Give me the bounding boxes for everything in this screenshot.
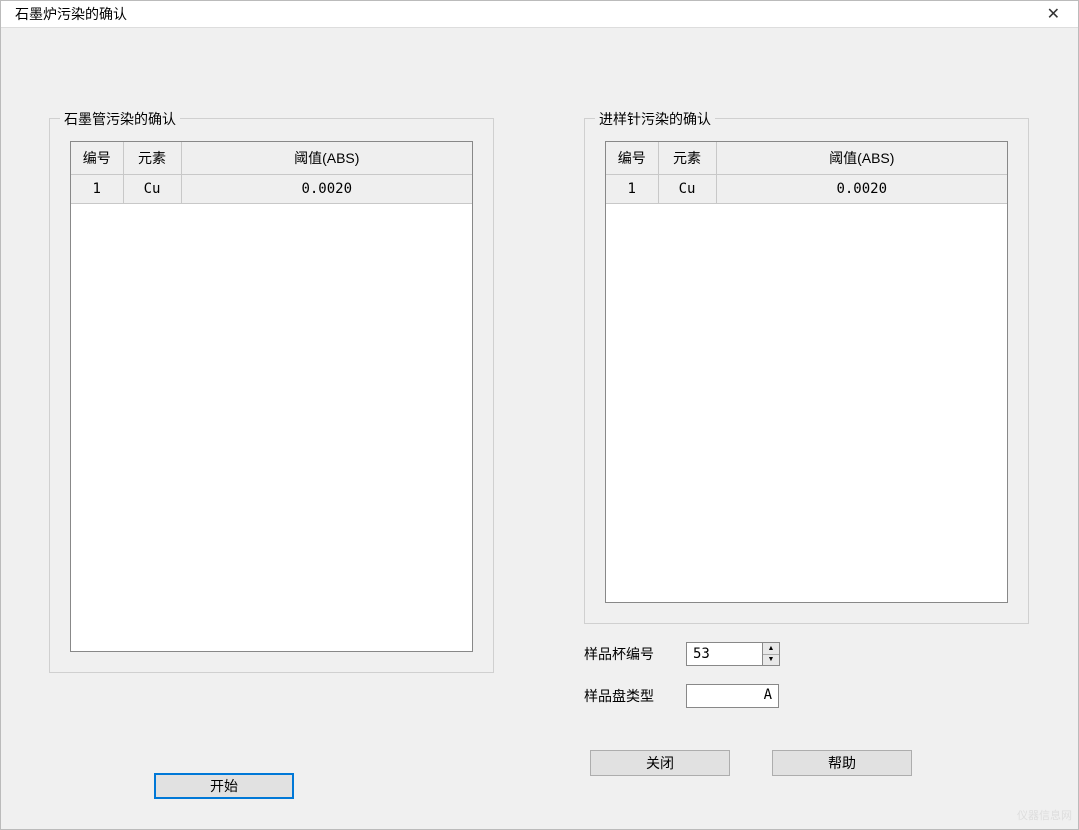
cell-num: 1 [71,175,123,204]
spinner-up-icon[interactable]: ▲ [763,643,779,655]
cell-threshold: 0.0020 [716,175,1007,204]
graphite-tube-title: 石墨管污染的确认 [60,109,180,129]
close-button[interactable]: 关闭 [590,750,730,776]
table-row[interactable]: 1 Cu 0.0020 [606,175,1007,204]
col-header-num: 编号 [606,142,658,175]
injection-needle-table-wrapper[interactable]: 编号 元素 阈值(ABS) 1 Cu 0.0020 [605,141,1008,603]
disk-type-value: A [686,684,779,708]
cell-num: 1 [606,175,658,204]
cup-number-spinner: ▲ ▼ [686,642,780,666]
injection-needle-panel: 进样针污染的确认 编号 元素 阈值(ABS) 1 [584,118,1029,799]
graphite-tube-panel: 石墨管污染的确认 编号 元素 阈值(ABS) 1 [49,118,494,799]
disk-type-label: 样品盘类型 [584,686,666,706]
right-button-row: 关闭 帮助 [584,750,1029,776]
graphite-tube-table: 编号 元素 阈值(ABS) 1 Cu 0.0020 [71,142,472,204]
close-icon[interactable]: ✕ [1039,2,1068,26]
window-title: 石墨炉污染的确认 [15,4,127,24]
disk-type-row: 样品盘类型 A [584,684,1029,708]
dialog-window: 石墨炉污染的确认 ✕ 石墨管污染的确认 编号 元素 阈值(ABS) [0,0,1079,830]
graphite-tube-table-wrapper[interactable]: 编号 元素 阈值(ABS) 1 Cu 0.0020 [70,141,473,652]
injection-needle-table: 编号 元素 阈值(ABS) 1 Cu 0.0020 [606,142,1007,204]
graphite-tube-groupbox: 石墨管污染的确认 编号 元素 阈值(ABS) 1 [49,118,494,673]
cell-element: Cu [658,175,716,204]
cell-threshold: 0.0020 [181,175,472,204]
col-header-element: 元素 [658,142,716,175]
spinner-buttons: ▲ ▼ [762,642,780,666]
cup-number-label: 样品杯编号 [584,644,666,664]
cup-number-row: 样品杯编号 ▲ ▼ [584,642,1029,666]
right-controls: 样品杯编号 ▲ ▼ 样品盘类型 A 关闭 帮助 [584,642,1029,776]
help-button[interactable]: 帮助 [772,750,912,776]
cup-number-input[interactable] [686,642,762,666]
col-header-threshold: 阈值(ABS) [181,142,472,175]
spinner-down-icon[interactable]: ▼ [763,655,779,666]
injection-needle-title: 进样针污染的确认 [595,109,715,129]
col-header-threshold: 阈值(ABS) [716,142,1007,175]
start-button[interactable]: 开始 [154,773,294,799]
cell-element: Cu [123,175,181,204]
left-button-row: 开始 [49,773,494,799]
watermark: 仪器信息网 [1017,807,1072,823]
col-header-element: 元素 [123,142,181,175]
table-row[interactable]: 1 Cu 0.0020 [71,175,472,204]
dialog-content: 石墨管污染的确认 编号 元素 阈值(ABS) 1 [1,28,1078,829]
col-header-num: 编号 [71,142,123,175]
title-bar: 石墨炉污染的确认 ✕ [1,1,1078,28]
injection-needle-groupbox: 进样针污染的确认 编号 元素 阈值(ABS) 1 [584,118,1029,624]
